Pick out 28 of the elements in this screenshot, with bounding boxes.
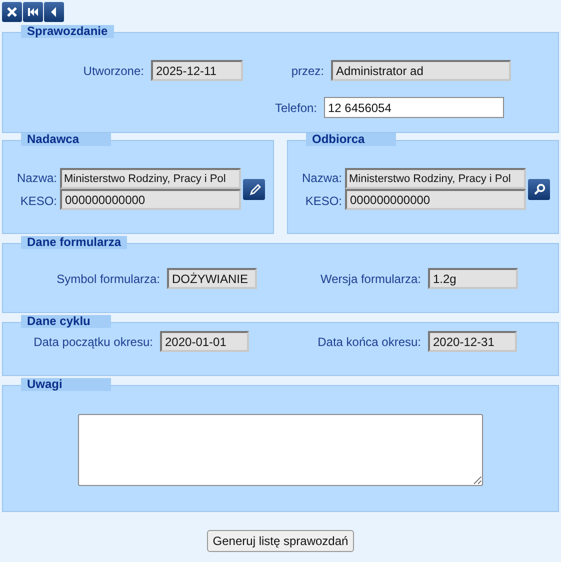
field-label: Wersja formularza: xyxy=(320,270,421,288)
field-label: Nazwa: xyxy=(16,170,57,186)
field-label: Symbol formularza: xyxy=(56,270,160,288)
first-page-icon xyxy=(26,5,40,19)
section-title: Nadawca xyxy=(21,133,111,146)
toolbar-button[interactable] xyxy=(23,2,43,22)
field-label: KESO: xyxy=(19,192,57,210)
section-title: Odbiorca xyxy=(306,133,396,146)
toolbar-button[interactable] xyxy=(44,2,64,22)
generate-button[interactable]: Generuj listę sprawozdań xyxy=(206,530,354,552)
notes-field[interactable] xyxy=(78,414,483,486)
field-label: Telefon: xyxy=(274,100,317,116)
section-title: Sprawozdanie xyxy=(21,25,114,38)
field-label: Data początku okresu: xyxy=(32,334,153,350)
field-label: KESO: xyxy=(304,192,342,210)
input-field[interactable]: 12 6456054 xyxy=(324,97,504,118)
search-icon xyxy=(532,182,546,196)
close-icon xyxy=(5,5,19,19)
toolbar-button[interactable] xyxy=(2,2,22,22)
search-button[interactable] xyxy=(528,178,550,200)
edit-button[interactable] xyxy=(243,178,265,200)
section-title: Uwagi xyxy=(21,378,111,391)
field-label: przez: xyxy=(290,62,324,80)
section-title: Dane formularza xyxy=(21,236,128,249)
section-title: Dane cyklu xyxy=(21,315,111,328)
field-label: Nazwa: xyxy=(300,170,342,186)
field-label: Data końca okresu: xyxy=(316,334,421,350)
field-label: Utworzone: xyxy=(82,62,144,80)
